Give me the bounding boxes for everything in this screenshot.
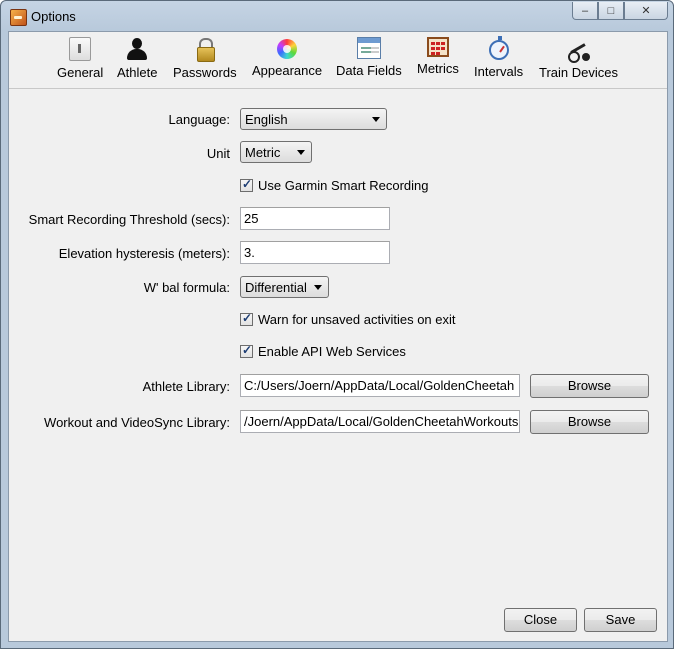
- app-icon: [10, 9, 27, 26]
- tab-metrics-label: Metrics: [417, 61, 459, 76]
- abacus-icon: [426, 37, 449, 57]
- close-button[interactable]: Close: [504, 608, 577, 632]
- unit-label: Unit: [206, 146, 230, 161]
- options-toolbar: General Athlete Passwords Appearance Dat…: [9, 32, 667, 89]
- tab-general-label: General: [57, 65, 104, 80]
- tab-appearance-label: Appearance: [252, 63, 323, 78]
- save-button[interactable]: Save: [584, 608, 657, 632]
- tab-intervals[interactable]: Intervals: [474, 36, 524, 79]
- chevron-down-icon: [297, 150, 305, 155]
- close-icon: ✕: [641, 5, 651, 17]
- tab-data-fields[interactable]: Data Fields: [336, 37, 402, 78]
- color-wheel-icon: [277, 39, 298, 59]
- tab-athlete[interactable]: Athlete: [117, 37, 157, 80]
- unit-select[interactable]: Metric: [240, 141, 312, 163]
- tab-train-devices[interactable]: Train Devices: [539, 37, 618, 80]
- smart-recording-threshold-input[interactable]: 25: [240, 207, 390, 230]
- warn-unsaved-checkbox[interactable]: Warn for unsaved activities on exit: [240, 311, 456, 327]
- athlete-library-label: Athlete Library:: [142, 379, 230, 394]
- minimize-icon: –: [581, 4, 589, 17]
- tab-passwords[interactable]: Passwords: [173, 37, 237, 80]
- warn-unsaved-label: Warn for unsaved activities on exit: [258, 312, 456, 327]
- checkbox-checked-icon: [240, 177, 253, 192]
- garmin-smart-recording-checkbox[interactable]: Use Garmin Smart Recording: [240, 177, 429, 193]
- tab-intervals-label: Intervals: [474, 64, 524, 79]
- workout-library-browse-button[interactable]: Browse: [530, 410, 649, 434]
- enable-api-label: Enable API Web Services: [258, 344, 406, 359]
- checkbox-checked-icon: [240, 343, 253, 358]
- athlete-library-browse-button[interactable]: Browse: [530, 374, 649, 398]
- maximize-icon: □: [607, 4, 615, 17]
- workout-library-input[interactable]: /Joern/AppData/Local/GoldenCheetahWorkou…: [240, 410, 520, 433]
- tab-data-fields-label: Data Fields: [336, 63, 402, 78]
- tab-train-devices-label: Train Devices: [539, 65, 618, 80]
- enable-api-checkbox[interactable]: Enable API Web Services: [240, 343, 406, 359]
- athlete-library-input[interactable]: C:/Users/Joern/AppData/Local/GoldenCheet…: [240, 374, 520, 397]
- language-select[interactable]: English: [240, 108, 387, 130]
- unit-value: Metric: [245, 145, 281, 160]
- caption-buttons: – □ ✕: [572, 2, 668, 21]
- tab-athlete-label: Athlete: [117, 65, 158, 80]
- close-window-button[interactable]: ✕: [624, 2, 668, 20]
- chevron-down-icon: [314, 285, 322, 290]
- wbal-formula-select[interactable]: Differential: [240, 276, 329, 298]
- lock-icon: [193, 37, 217, 62]
- tab-general[interactable]: General: [57, 37, 103, 80]
- maximize-button[interactable]: □: [598, 2, 624, 20]
- wbal-formula-label: W' bal formula:: [143, 280, 230, 295]
- elevation-hysteresis-input[interactable]: 3.: [240, 241, 390, 264]
- wbal-formula-value: Differential: [245, 280, 307, 295]
- chevron-down-icon: [372, 117, 380, 122]
- checkbox-checked-icon: [240, 311, 253, 326]
- window-title: Options: [31, 9, 76, 24]
- language-value: English: [245, 112, 288, 127]
- options-window: Options – □ ✕ General Athlete Passwords …: [0, 0, 674, 649]
- language-label: Language:: [168, 112, 230, 127]
- tab-metrics[interactable]: Metrics: [417, 37, 459, 76]
- tab-appearance[interactable]: Appearance: [252, 37, 322, 78]
- general-icon: [69, 37, 92, 61]
- tab-passwords-label: Passwords: [173, 65, 237, 80]
- data-fields-icon: [356, 37, 381, 59]
- bike-icon: [566, 37, 590, 63]
- elevation-hysteresis-label: Elevation hysteresis (meters):: [58, 246, 230, 261]
- athlete-icon: [125, 37, 149, 61]
- title-bar[interactable]: Options – □ ✕: [1, 1, 673, 31]
- stopwatch-icon: [488, 36, 509, 60]
- options-client-area: General Athlete Passwords Appearance Dat…: [8, 31, 668, 642]
- workout-library-label: Workout and VideoSync Library:: [44, 415, 230, 430]
- smart-recording-threshold-label: Smart Recording Threshold (secs):: [28, 212, 230, 227]
- garmin-smart-recording-label: Use Garmin Smart Recording: [258, 178, 429, 193]
- minimize-button[interactable]: –: [572, 2, 598, 20]
